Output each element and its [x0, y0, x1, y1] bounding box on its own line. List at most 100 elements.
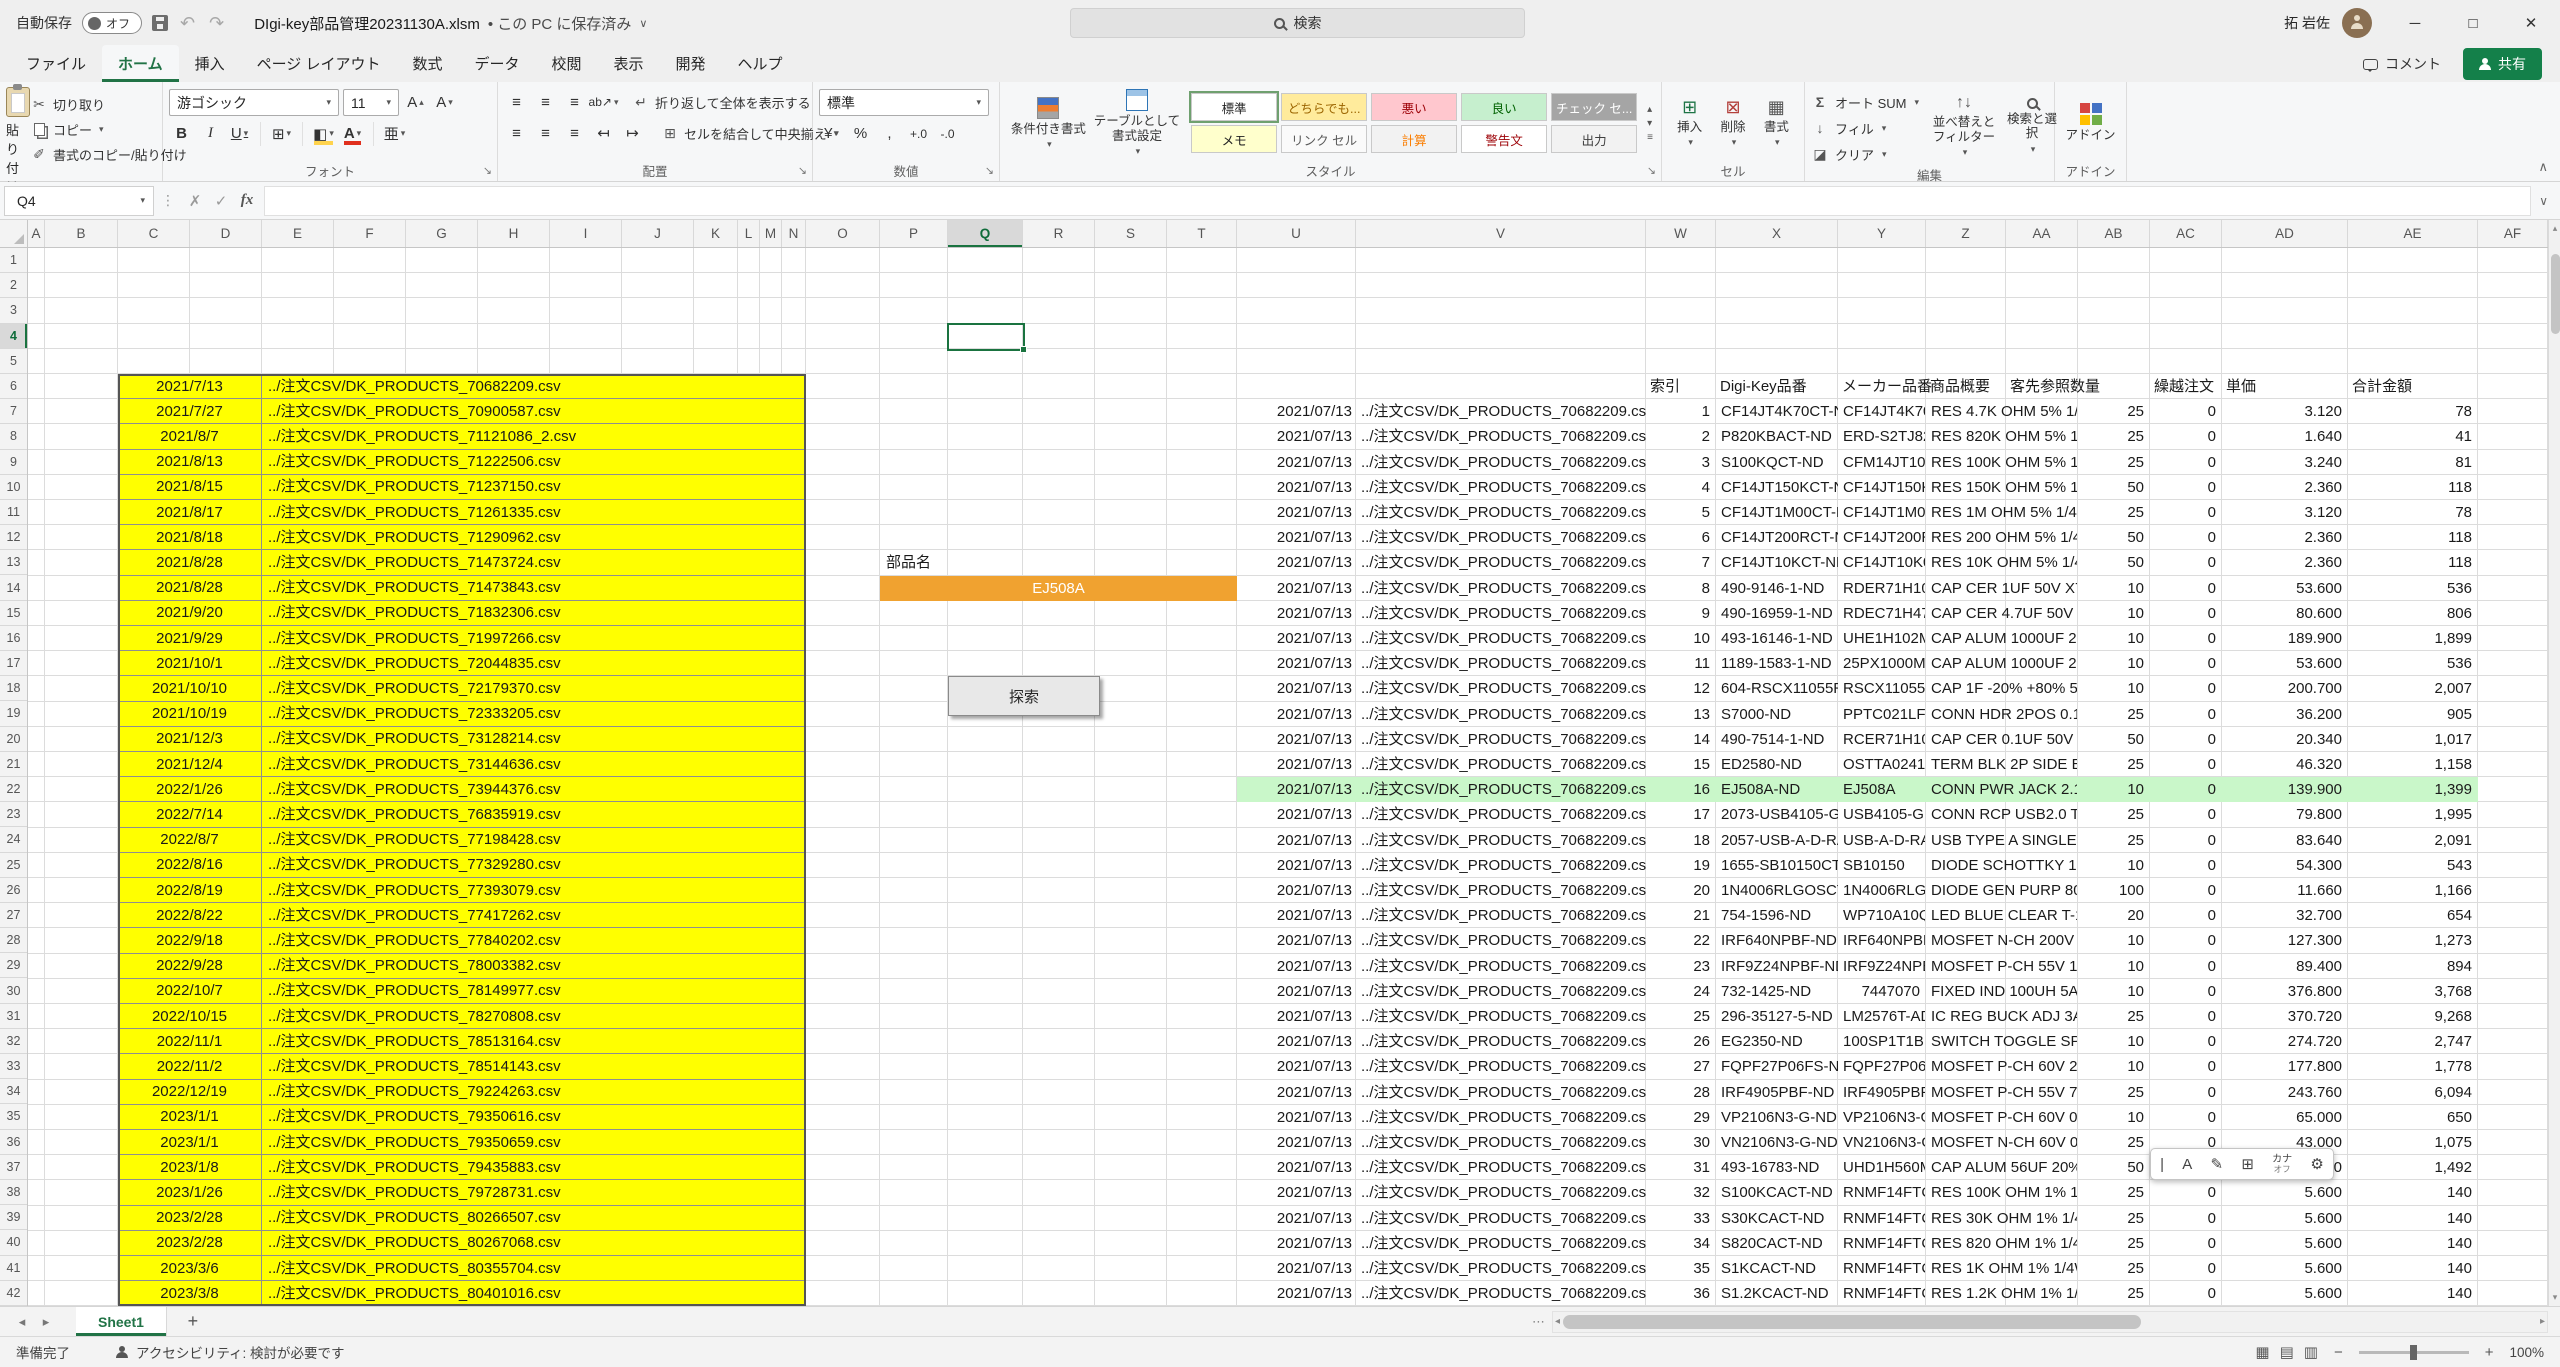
carryover-cell[interactable]: 0	[2150, 853, 2216, 878]
row-header[interactable]: 20	[0, 727, 27, 752]
dialog-launcher-icon[interactable]: ↘	[985, 164, 994, 177]
digikey-part-cell[interactable]: 732-1425-ND	[1721, 979, 1838, 1004]
quantity-cell[interactable]: 25	[2078, 424, 2144, 449]
search-box[interactable]: 検索	[1070, 8, 1525, 38]
maker-part-cell[interactable]: SB10150	[1843, 853, 1925, 878]
row-header[interactable]: 4	[0, 324, 27, 349]
quantity-cell[interactable]: 10	[2078, 676, 2144, 701]
quantity-cell[interactable]: 10	[2078, 853, 2144, 878]
index-cell[interactable]: 3	[1646, 450, 1710, 475]
maker-part-cell[interactable]: VP2106N3-G	[1843, 1105, 1925, 1130]
description-cell[interactable]: RES 10K OHM 5% 1/4W	[1931, 550, 2077, 575]
order-date-cell[interactable]: 2021/07/13	[1237, 651, 1352, 676]
unit-price-cell[interactable]: 11.660	[2222, 878, 2342, 903]
order-date-cell[interactable]: 2021/07/13	[1237, 500, 1352, 525]
description-cell[interactable]: RES 150K OHM 5% 1/4W	[1931, 475, 2077, 500]
order-file-cell[interactable]: ../注文CSV/DK_PRODUCTS_70682209.csv	[1361, 777, 1646, 802]
row-header[interactable]: 42	[0, 1281, 27, 1306]
sheet-nav-right-icon[interactable]: ▸	[34, 1314, 58, 1330]
index-cell[interactable]: 21	[1646, 903, 1710, 928]
quantity-cell[interactable]: 50	[2078, 550, 2144, 575]
index-cell[interactable]: 22	[1646, 928, 1710, 953]
description-cell[interactable]: MOSFET P-CH 55V 74A	[1931, 1080, 2077, 1105]
order-file-cell[interactable]: ../注文CSV/DK_PRODUCTS_70682209.csv	[1361, 1281, 1646, 1306]
description-cell[interactable]: CAP CER 4.7UF 50V X5R	[1931, 601, 2077, 626]
quantity-cell[interactable]: 100	[2078, 878, 2144, 903]
total-cell[interactable]: 140	[2348, 1256, 2472, 1281]
order-file-cell[interactable]: ../注文CSV/DK_PRODUCTS_70682209.csv	[1361, 1206, 1646, 1231]
zoom-slider-thumb[interactable]	[2410, 1345, 2417, 1360]
addins-button[interactable]: アドイン	[2063, 87, 2119, 159]
result-column-header[interactable]: 客先参照数量	[2010, 374, 2100, 399]
order-file-cell[interactable]: ../注文CSV/DK_PRODUCTS_77840202.csv	[262, 928, 806, 953]
description-cell[interactable]: CAP 1F -20% +80% 5.5V	[1931, 676, 2077, 701]
order-file-cell[interactable]: ../注文CSV/DK_PRODUCTS_77329280.csv	[262, 853, 806, 878]
column-header[interactable]: W	[1646, 220, 1716, 247]
row-header[interactable]: 17	[0, 651, 27, 676]
unit-price-cell[interactable]: 54.300	[2222, 853, 2342, 878]
quantity-cell[interactable]: 10	[2078, 1029, 2144, 1054]
order-date-cell[interactable]: 2022/7/14	[118, 802, 262, 827]
unit-price-cell[interactable]: 46.320	[2222, 752, 2342, 777]
total-cell[interactable]: 654	[2348, 903, 2472, 928]
total-cell[interactable]: 81	[2348, 450, 2472, 475]
unit-price-cell[interactable]: 274.720	[2222, 1029, 2342, 1054]
digikey-part-cell[interactable]: EJ508A-ND	[1721, 777, 1838, 802]
column-header[interactable]: AF	[2478, 220, 2548, 247]
unit-price-cell[interactable]: 83.640	[2222, 828, 2342, 853]
decrease-decimal-button[interactable]: -.0	[935, 121, 960, 146]
borders-button[interactable]: ⊞▾	[269, 121, 294, 146]
orientation-button[interactable]: ab↗▾	[591, 90, 616, 115]
description-cell[interactable]: RES 1.2K OHM 1% 1/4W	[1931, 1281, 2077, 1306]
index-cell[interactable]: 7	[1646, 550, 1710, 575]
number-format-select[interactable]: 標準▾	[819, 89, 989, 116]
order-date-cell[interactable]: 2022/1/26	[118, 777, 262, 802]
column-header[interactable]: B	[45, 220, 118, 247]
order-file-cell[interactable]: ../注文CSV/DK_PRODUCTS_70682209.csv	[1361, 1130, 1646, 1155]
carryover-cell[interactable]: 0	[2150, 576, 2216, 601]
document-title[interactable]: DIgi-key部品管理20231130A.xlsm • この PC に保存済み…	[254, 13, 647, 34]
quantity-cell[interactable]: 10	[2078, 954, 2144, 979]
cell-style-chip[interactable]: 標準	[1191, 93, 1277, 121]
digikey-part-cell[interactable]: S100KQCT-ND	[1721, 450, 1838, 475]
quantity-cell[interactable]: 25	[2078, 1281, 2144, 1306]
maker-part-cell[interactable]: CFM14JT100K	[1843, 450, 1925, 475]
digikey-part-cell[interactable]: 1N4006RLGOSCT-ND	[1721, 878, 1838, 903]
maker-part-cell[interactable]: CF14JT200R	[1843, 525, 1925, 550]
order-file-cell[interactable]: ../注文CSV/DK_PRODUCTS_78513164.csv	[262, 1029, 806, 1054]
maker-part-cell[interactable]: WP710A10QBC/D	[1843, 903, 1925, 928]
order-file-cell[interactable]: ../注文CSV/DK_PRODUCTS_70682209.csv	[1361, 626, 1646, 651]
align-right-button[interactable]: ≡	[562, 121, 587, 146]
order-file-cell[interactable]: ../注文CSV/DK_PRODUCTS_71832306.csv	[262, 601, 806, 626]
unit-price-cell[interactable]: 3.120	[2222, 500, 2342, 525]
carryover-cell[interactable]: 0	[2150, 1105, 2216, 1130]
column-header[interactable]: M	[760, 220, 782, 247]
digikey-part-cell[interactable]: CF14JT150KCT-ND	[1721, 475, 1838, 500]
order-file-cell[interactable]: ../注文CSV/DK_PRODUCTS_70682209.csv	[1361, 1256, 1646, 1281]
total-cell[interactable]: 905	[2348, 702, 2472, 727]
column-header[interactable]: G	[406, 220, 478, 247]
wrap-text-button[interactable]: ↵折り返して全体を表示する	[632, 89, 811, 115]
description-cell[interactable]: LED BLUE CLEAR T-1 3/4	[1931, 903, 2077, 928]
unit-price-cell[interactable]: 3.240	[2222, 450, 2342, 475]
select-all-corner[interactable]	[0, 220, 28, 248]
search-part-button[interactable]: 探索	[948, 676, 1100, 716]
column-header[interactable]: R	[1023, 220, 1095, 247]
order-file-cell[interactable]: ../注文CSV/DK_PRODUCTS_73128214.csv	[262, 727, 806, 752]
total-cell[interactable]: 2,007	[2348, 676, 2472, 701]
gallery-down-icon[interactable]: ▾	[1647, 118, 1653, 129]
column-header[interactable]: AB	[2078, 220, 2150, 247]
order-file-cell[interactable]: ../注文CSV/DK_PRODUCTS_80355704.csv	[262, 1256, 806, 1281]
order-date-cell[interactable]: 2022/12/19	[118, 1080, 262, 1105]
column-header[interactable]: AD	[2222, 220, 2348, 247]
currency-format-button[interactable]: ¥▾	[819, 121, 844, 146]
description-cell[interactable]: CAP ALUM 56UF 20% 50V	[1931, 1155, 2077, 1180]
order-date-cell[interactable]: 2023/1/8	[118, 1155, 262, 1180]
unit-price-cell[interactable]: 370.720	[2222, 1004, 2342, 1029]
total-cell[interactable]: 2,091	[2348, 828, 2472, 853]
order-file-cell[interactable]: ../注文CSV/DK_PRODUCTS_70682209.csv	[1361, 954, 1646, 979]
index-cell[interactable]: 31	[1646, 1155, 1710, 1180]
order-file-cell[interactable]: ../注文CSV/DK_PRODUCTS_72333205.csv	[262, 702, 806, 727]
quantity-cell[interactable]: 25	[2078, 399, 2144, 424]
quantity-cell[interactable]: 25	[2078, 1206, 2144, 1231]
